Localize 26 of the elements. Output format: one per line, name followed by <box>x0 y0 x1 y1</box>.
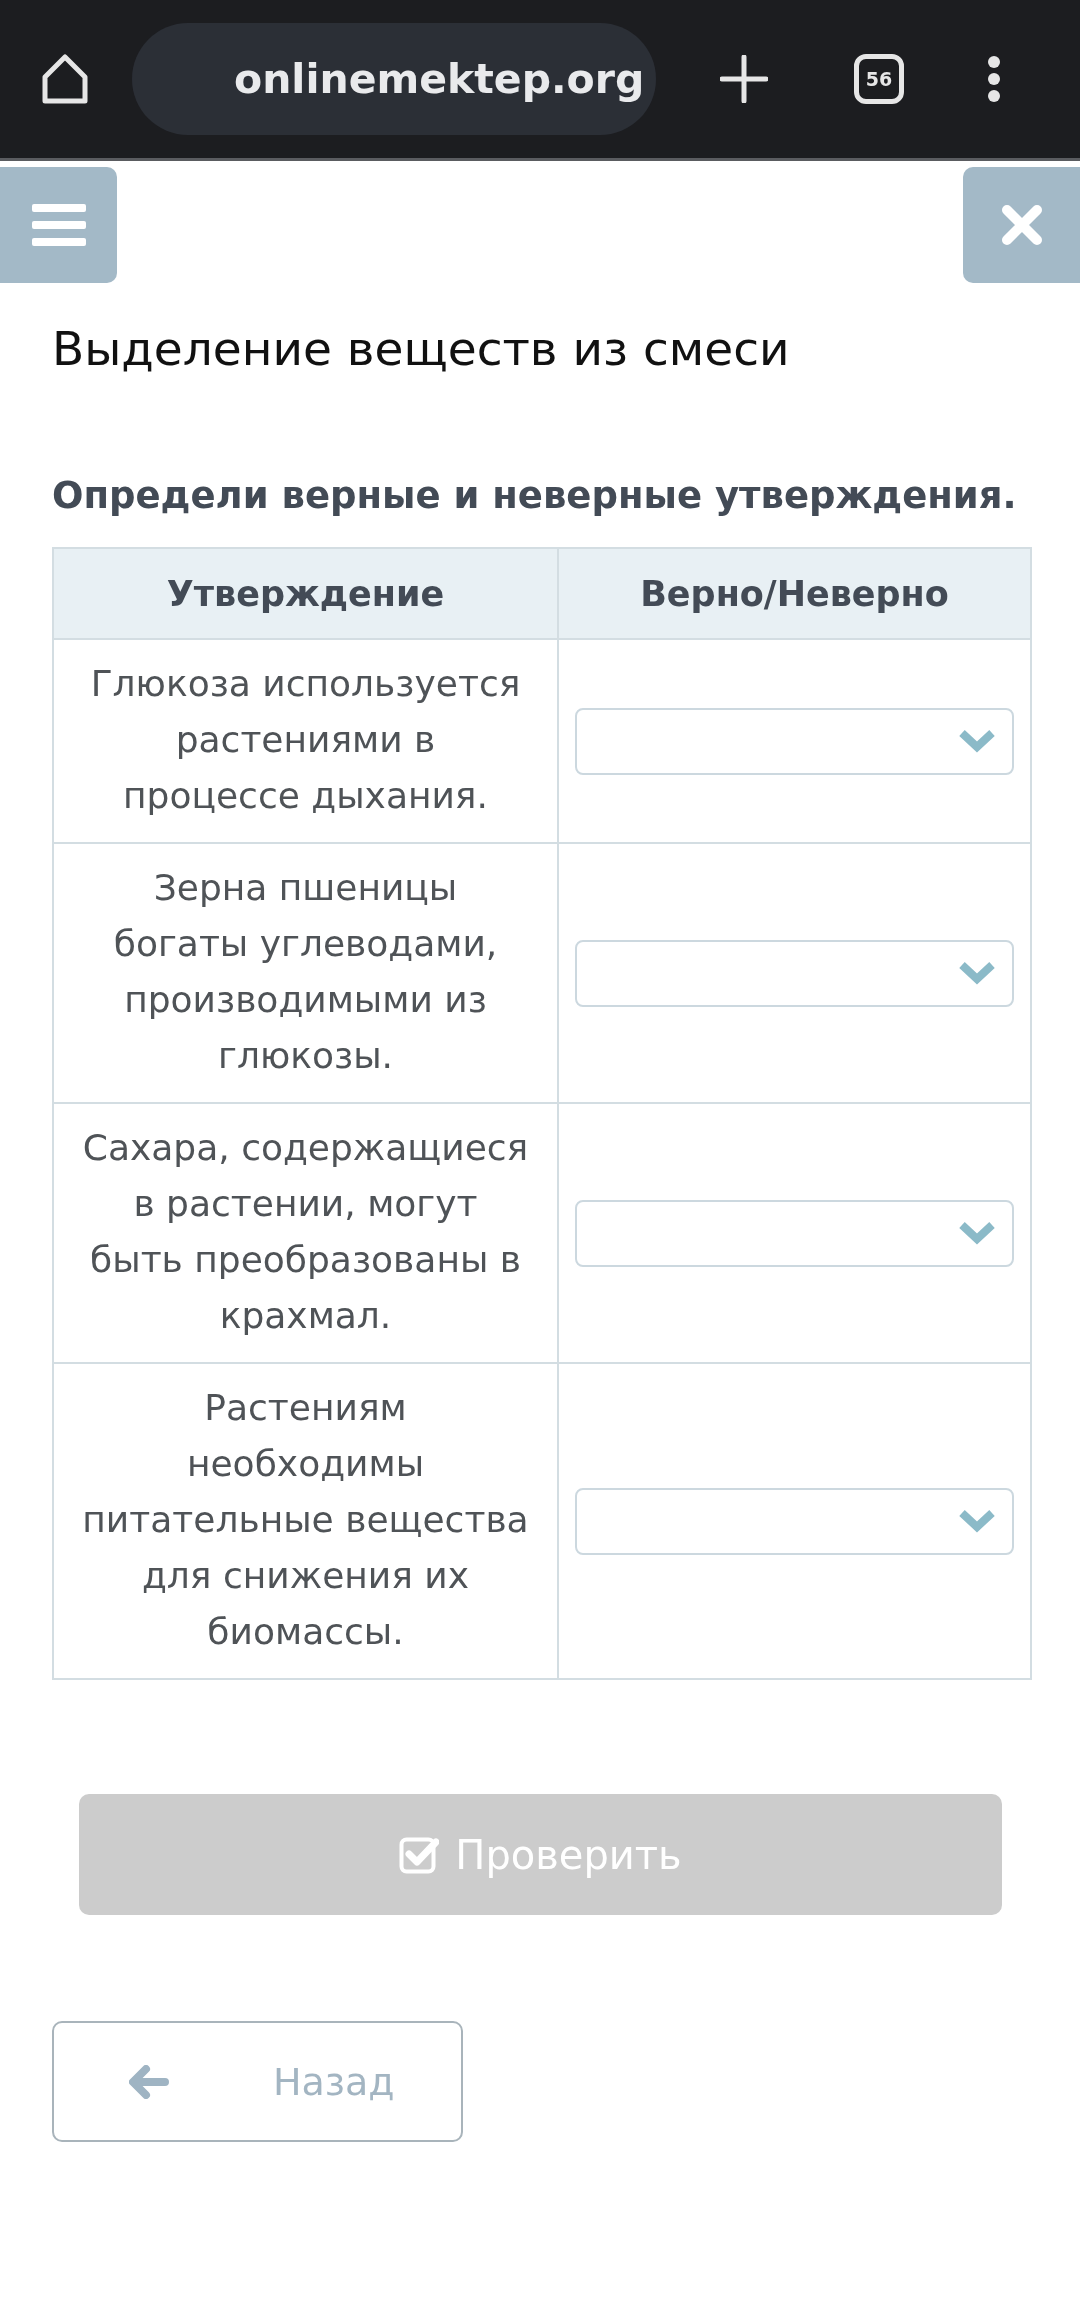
chevron-down-icon <box>958 961 996 985</box>
statement-cell: Зерна пшеницы богаты углеводами, производимыми из глюкозы. <box>53 843 558 1103</box>
tab-count-button[interactable]: 56 <box>854 54 904 104</box>
table-header-cell: Верно/Неверно <box>558 548 1031 639</box>
instruction-text: Определи верные и неверные утверждения. <box>52 473 1018 519</box>
home-icon[interactable] <box>40 53 90 105</box>
chevron-down-icon <box>958 729 996 753</box>
statement-cell: Сахара, содержащиеся в растении, могут быть преобразованы в крахмал. <box>53 1103 558 1363</box>
chevron-down-icon <box>958 1221 996 1245</box>
chevron-down-icon <box>958 1509 996 1533</box>
menu-icon <box>31 204 86 246</box>
statement-cell: Глюкоза используется растениями в процессе дыхания. <box>53 639 558 843</box>
table-header-cell: Утверждение <box>53 548 558 639</box>
more-menu-icon[interactable] <box>987 55 1001 103</box>
answer-dropdown[interactable] <box>575 1487 1014 1555</box>
page-title: Выделение веществ из смеси <box>52 320 791 378</box>
answer-dropdown[interactable] <box>575 939 1014 1007</box>
answer-dropdown[interactable] <box>575 707 1014 775</box>
close-icon <box>1000 204 1043 246</box>
address-bar[interactable]: onlinemektep.org <box>132 23 656 135</box>
statement-cell: Растениям необходимы питательные вещества для снижения их биомассы. <box>53 1363 558 1679</box>
close-button[interactable] <box>963 167 1080 283</box>
arrow-left-icon <box>129 2064 169 2099</box>
plus-icon[interactable] <box>720 55 768 103</box>
menu-button[interactable] <box>0 167 117 283</box>
answer-dropdown[interactable] <box>575 1199 1014 1267</box>
